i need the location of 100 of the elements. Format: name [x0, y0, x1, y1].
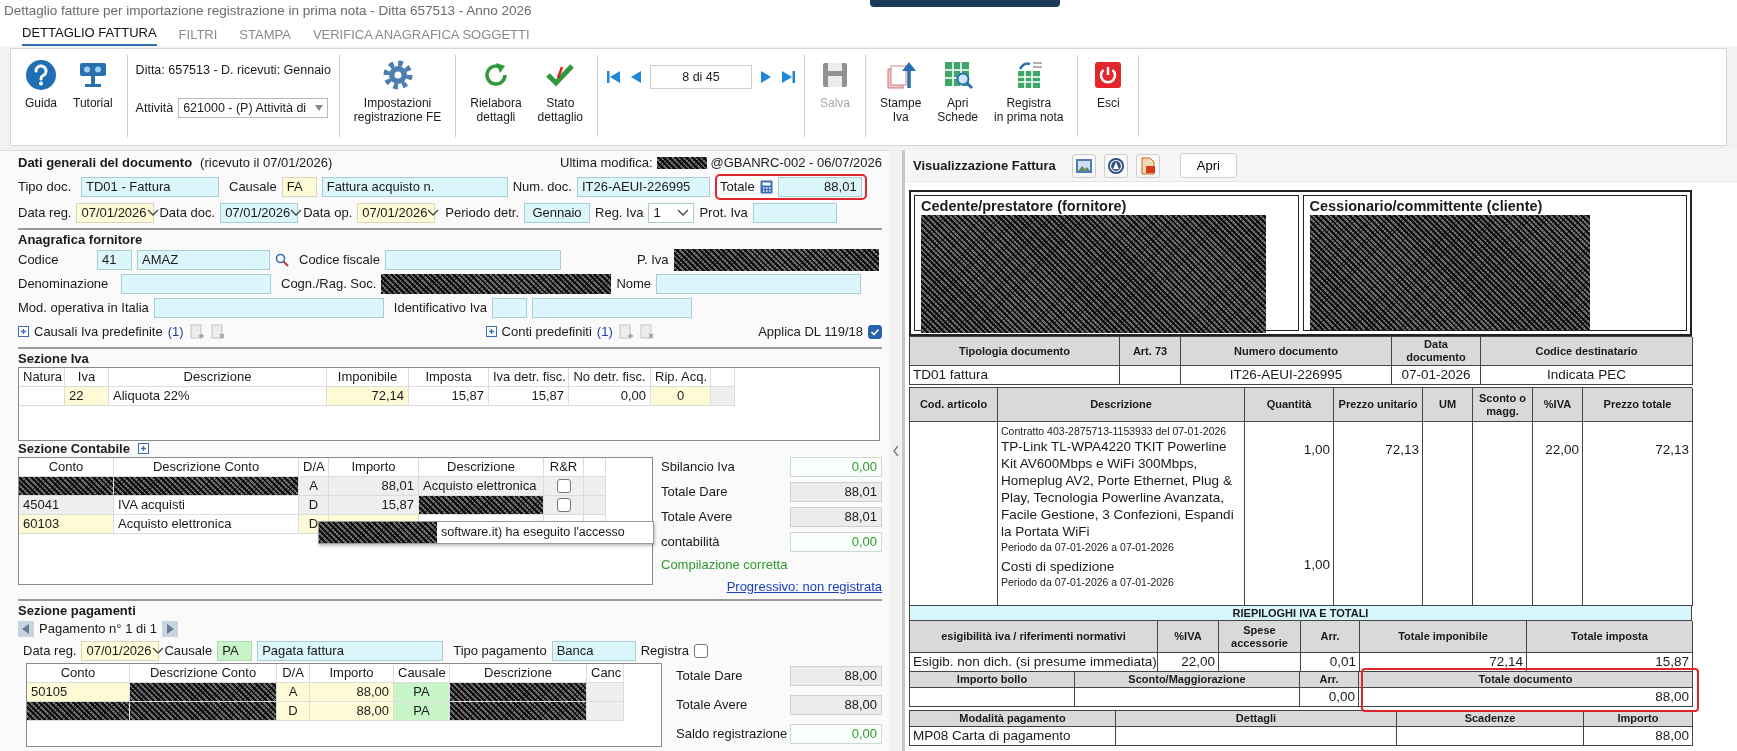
toolbar-button[interactable]: Stato dettaglio [531, 55, 589, 129]
first-button[interactable] [606, 69, 622, 85]
field-label: Tipo doc. [18, 178, 72, 195]
column-header: Descrizione Conto [114, 457, 299, 477]
toolbar-button[interactable] [1103, 153, 1128, 178]
toolbar-button[interactable]: Stampe Iva [874, 55, 928, 129]
table-cell: 22,00 [1533, 422, 1583, 556]
first-icon [606, 69, 622, 85]
input-field[interactable]: 88,01 [790, 482, 882, 502]
column-header: esigibilità iva / riferimenti normativi [910, 621, 1158, 653]
table-cell: 15,87 [489, 386, 569, 406]
tab[interactable]: VERIFICA ANAGRAFICA SOGGETTI [312, 26, 530, 46]
input-field[interactable]: 0,00 [790, 457, 882, 477]
checkbox[interactable] [556, 498, 571, 513]
input-field[interactable] [752, 202, 837, 223]
field-label: Applica DL 119/18 [758, 323, 863, 340]
input-field[interactable]: Banca [551, 641, 636, 661]
input-field[interactable] [384, 249, 561, 270]
progressive-link[interactable]: Progressivo: non registrata [726, 578, 882, 594]
table-cell: IVA acquisti [114, 495, 299, 515]
column-header: Descrizione [998, 388, 1245, 422]
window-title: Dettaglio fatture per importazione registrazione in prima nota - Ditta 657513 - Anno 2026 [0, 0, 1737, 22]
calculator-icon [759, 179, 773, 194]
open-button[interactable]: Apri [1179, 152, 1237, 179]
field-label: Saldo registrazione [676, 725, 788, 742]
toolbar-button[interactable]: Apri Schede [931, 55, 985, 129]
field-label: Conti predefiniti [501, 323, 592, 340]
record-position-field[interactable]: 8 di 45 [650, 65, 752, 89]
input-field[interactable]: 0,00 [790, 532, 882, 552]
table-cell: 07-01-2026 [1392, 366, 1481, 385]
field-label: Data doc. [159, 204, 216, 221]
last-modified-value: @GBANRC-002 - 06/07/2026 [710, 154, 882, 172]
date-dropdown[interactable]: 07/01/2026 [220, 202, 299, 223]
field-label: Totale Avere [661, 509, 733, 525]
remove-document-icon [638, 323, 655, 340]
emblem-icon [1106, 156, 1125, 175]
party-title: Cedente/prestatore (fornitore) [921, 198, 1128, 215]
tab[interactable]: DETTAGLIO FATTURA [22, 24, 157, 46]
table-cell: 88,00 [310, 702, 394, 721]
input-field[interactable]: 0,00 [790, 723, 882, 744]
image-icon [1074, 156, 1093, 175]
table-cell [1120, 366, 1181, 385]
input-field[interactable]: FA [281, 176, 317, 197]
table-cell: D [277, 702, 310, 721]
table-cell: MP08 Carta di pagamento [910, 727, 1116, 746]
input-field[interactable] [492, 297, 527, 318]
table-cell: 88,00 [1359, 688, 1693, 707]
toolbar-button[interactable]: Rielabora dettagli [464, 55, 528, 129]
toolbar-button[interactable]: Guida [19, 55, 64, 115]
input-field[interactable]: IT26-AEUI-226995 [576, 176, 710, 197]
column-header: Sconto o magg. [1473, 388, 1533, 422]
field-label: Data op. [303, 204, 353, 221]
input-field[interactable]: 41 [97, 249, 132, 270]
toolbar-button[interactable]: Registra in prima nota [988, 55, 1070, 129]
input-field[interactable]: 88,01 [790, 507, 882, 527]
checkbox[interactable] [556, 479, 571, 494]
toolbar-button[interactable] [1135, 153, 1160, 178]
input-field[interactable]: AMAZ [137, 249, 270, 270]
last-button[interactable] [780, 69, 796, 85]
checkbox[interactable] [694, 644, 709, 658]
party-title: Cessionario/committente (cliente) [1309, 198, 1544, 215]
add-document-icon [188, 323, 205, 340]
field-label: Causale [229, 178, 277, 195]
chevron-down-icon [290, 208, 303, 217]
input-field[interactable]: 88,01 [777, 176, 862, 197]
input-field[interactable]: 88,00 [790, 694, 882, 715]
date-dropdown[interactable]: 07/01/2026 [357, 202, 436, 223]
column-header: Conto [19, 457, 114, 477]
toolbar-button[interactable]: Esci [1086, 55, 1131, 115]
dropdown[interactable]: 1 [648, 202, 695, 223]
input-field[interactable]: TD01 - Fattura [81, 176, 219, 197]
column-header: Totale imponibile [1360, 621, 1527, 653]
toolbar-button[interactable] [1071, 153, 1096, 178]
count: (1) [596, 322, 613, 341]
activity-dropdown[interactable]: 621000 - (P) Attività di [178, 97, 329, 118]
column-header: Modalità pagamento [910, 711, 1116, 727]
search-icon [275, 252, 289, 267]
column-header: Quantità [1245, 388, 1334, 422]
input-field[interactable] [121, 273, 271, 294]
input-field[interactable] [656, 273, 862, 294]
table-cell: Aliquota 22% [109, 386, 327, 406]
tab[interactable]: STAMPA [239, 26, 291, 46]
input-field[interactable]: Pagata fattura [257, 641, 444, 661]
checkbox[interactable] [868, 324, 882, 339]
input-field[interactable]: PA [217, 641, 253, 661]
column-header: Canc [587, 664, 624, 683]
next-page-icon[interactable] [161, 621, 178, 637]
table-cell [587, 683, 624, 702]
toolbar-button[interactable]: Tutorial [67, 55, 119, 115]
input-field[interactable] [153, 297, 384, 318]
column-header: %IVA [1158, 621, 1219, 653]
field-label: Periodo detr. [445, 204, 519, 221]
input-field[interactable]: 88,00 [790, 665, 882, 686]
add-document-icon [617, 323, 634, 340]
toolbar-button[interactable]: Impostazioni registrazione FE [347, 55, 448, 129]
input-field[interactable] [532, 297, 692, 318]
input-field[interactable]: Fattura acquisto n. [321, 176, 508, 197]
previous-page-icon[interactable] [18, 621, 34, 637]
input-field[interactable]: Gennaio [524, 202, 590, 223]
column-header: Iva detr. fisc. [489, 367, 569, 387]
